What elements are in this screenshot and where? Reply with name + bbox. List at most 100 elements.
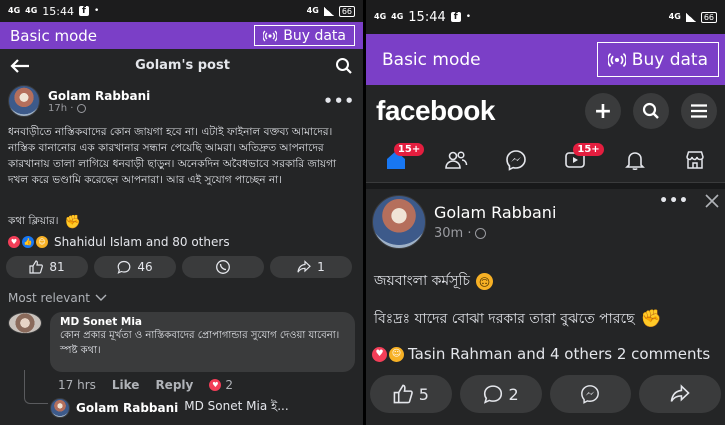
reaction-names: Tasin Rahman and 4 others 2 comments xyxy=(408,345,711,363)
tab-messenger[interactable] xyxy=(501,145,531,175)
comment-reaction-count: 2 xyxy=(225,378,233,392)
buy-data-button[interactable]: Buy data xyxy=(596,42,719,77)
comment-count: 46 xyxy=(137,260,153,274)
post-time: 30m · xyxy=(434,226,472,241)
thumbs-up-icon xyxy=(29,260,44,274)
close-icon[interactable] xyxy=(705,194,719,208)
comment-button[interactable]: 46 xyxy=(94,256,176,278)
network-label: 4G xyxy=(668,12,681,21)
share-arrow-icon xyxy=(670,384,690,402)
signal-bars-icon xyxy=(685,12,696,22)
more-options-icon[interactable]: ••• xyxy=(323,92,355,110)
reply-author[interactable]: Golam Rabbani xyxy=(76,401,178,415)
thumbs-up-icon xyxy=(393,384,413,404)
upside-down-face-icon: ☺ xyxy=(475,272,493,290)
menu-icon[interactable] xyxy=(681,93,717,129)
battery-indicator: 66 xyxy=(700,11,717,23)
broadcast-icon xyxy=(607,52,626,67)
create-plus-icon[interactable]: + xyxy=(585,93,621,129)
care-reaction-icon: ☺ xyxy=(389,346,404,362)
post-author-row: Golam Rabbani 17h · ••• xyxy=(0,82,363,120)
author-name[interactable]: Golam Rabbani xyxy=(434,203,556,222)
comment-time: 17 hrs xyxy=(58,378,96,392)
reply-text: MD Sonet Mia ই... xyxy=(184,399,289,413)
post-header: Golam's post xyxy=(0,49,363,82)
love-reaction-icon: ♥ xyxy=(372,346,387,362)
share-count: 1 xyxy=(317,260,325,274)
tab-notifications[interactable] xyxy=(620,145,650,175)
post-line-1: জয়বাংলা কর্মসূচি xyxy=(374,273,470,289)
share-arrow-icon xyxy=(297,260,312,273)
basic-mode-label: Basic mode xyxy=(10,26,98,45)
globe-icon xyxy=(475,228,487,239)
facebook-logo[interactable]: facebook xyxy=(376,95,495,127)
like-count: 81 xyxy=(49,260,65,274)
post-text: ধনবাড়ীতে নাস্তিকবাদের কোন জায়গা হবে না… xyxy=(8,126,337,186)
commenter-avatar[interactable] xyxy=(8,312,42,334)
comment-sort-dropdown[interactable]: Most relevant xyxy=(8,291,90,305)
comment-bubble: MD Sonet Mia কোন প্রকার মূর্খতা ও নাস্তি… xyxy=(50,312,355,372)
hand-emoji-icon: ✊ xyxy=(64,214,81,230)
messenger-icon xyxy=(505,149,526,171)
author-name[interactable]: Golam Rabbani xyxy=(48,89,150,103)
tab-friends[interactable] xyxy=(441,145,471,175)
reply-avatar[interactable] xyxy=(50,398,70,418)
messenger-share-button[interactable] xyxy=(549,375,632,413)
comment-icon xyxy=(117,260,131,274)
back-arrow-icon[interactable] xyxy=(10,58,30,73)
search-icon[interactable] xyxy=(633,93,669,129)
chevron-down-icon[interactable] xyxy=(95,294,107,302)
tab-home[interactable]: 15+ xyxy=(381,142,425,175)
post-time: 17h · xyxy=(48,102,74,114)
home-badge: 15+ xyxy=(393,142,425,156)
basic-mode-label: Basic mode xyxy=(382,49,481,70)
more-notifications-icon: • xyxy=(465,12,472,22)
share-button[interactable] xyxy=(639,375,721,413)
buy-data-label: Buy data xyxy=(283,27,346,44)
messenger-icon xyxy=(581,385,600,404)
like-reaction-icon: 👍 xyxy=(22,236,34,248)
globe-icon xyxy=(77,103,87,113)
signal-2: 4G xyxy=(25,6,38,15)
status-bar: 4G 4G 15:44 f • 4G 66 xyxy=(0,0,363,22)
comment-like-link[interactable]: Like xyxy=(112,378,140,392)
basic-mode-bar: Basic mode Buy data xyxy=(366,34,725,85)
comment-author[interactable]: MD Sonet Mia xyxy=(60,316,345,328)
basic-mode-bar: Basic mode Buy data xyxy=(0,22,363,49)
love-reaction-icon: ♥ xyxy=(209,379,222,391)
reaction-names: Shahidul Islam and 80 others xyxy=(54,235,230,249)
whatsapp-share-button[interactable] xyxy=(182,256,264,278)
comment-count: 2 xyxy=(508,384,519,404)
buy-data-button[interactable]: Buy data xyxy=(254,25,355,46)
tab-marketplace[interactable] xyxy=(680,145,710,175)
reply-thread-line xyxy=(24,370,48,404)
tab-bar: 15+ 15+ xyxy=(366,137,725,183)
reaction-summary[interactable]: ♥ ☺ Tasin Rahman and 4 others 2 comments xyxy=(366,341,725,367)
more-options-icon[interactable]: ••• xyxy=(659,193,689,209)
search-icon[interactable] xyxy=(335,57,353,75)
action-bar: 5 2 xyxy=(366,367,725,413)
avatar[interactable] xyxy=(8,85,40,117)
right-screenshot: 4G 4G 15:44 f • 4G 66 Basic mode Buy dat… xyxy=(366,0,725,425)
signal-1: 4G xyxy=(8,6,21,15)
tab-video[interactable]: 15+ xyxy=(560,142,604,175)
avatar[interactable] xyxy=(372,195,426,249)
friends-icon xyxy=(444,150,467,169)
battery-indicator: 66 xyxy=(338,5,355,17)
signal-1: 4G xyxy=(374,12,387,21)
love-reaction-icon: ♥ xyxy=(8,236,20,248)
video-badge: 15+ xyxy=(573,142,604,156)
facebook-notification-icon: f xyxy=(450,12,461,22)
reaction-summary[interactable]: ♥ 👍 ☺ Shahidul Islam and 80 others xyxy=(0,232,363,252)
like-button[interactable]: 5 xyxy=(370,375,452,413)
post-author-row: Golam Rabbani 30m · ••• xyxy=(366,189,725,255)
network-label: 4G xyxy=(306,6,319,15)
comment-icon xyxy=(483,385,502,404)
like-button[interactable]: 81 xyxy=(6,256,88,278)
share-button[interactable]: 1 xyxy=(270,256,352,278)
comment-reply-link[interactable]: Reply xyxy=(155,378,193,392)
action-bar: 81 46 1 xyxy=(0,252,363,282)
comment-button[interactable]: 2 xyxy=(459,375,542,413)
page-title: Golam's post xyxy=(135,58,230,73)
post-text-ending: কথা ক্লিয়ার। xyxy=(8,214,59,227)
